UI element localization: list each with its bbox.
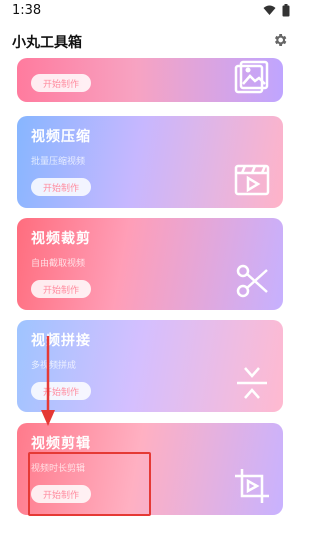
status-bar: 1:38	[0, 0, 300, 22]
tool-card-1[interactable]: 开始制作	[17, 58, 283, 102]
tool-card-video-compress[interactable]: 视频压缩 批量压缩视频 开始制作	[17, 116, 283, 208]
annotation-highlight-box	[28, 452, 151, 516]
merge-icon	[237, 367, 267, 399]
status-icons	[263, 4, 290, 17]
card-desc: 自由截取视频	[31, 259, 86, 269]
scissors-icon	[236, 264, 268, 298]
crop-play-icon	[235, 469, 269, 503]
scroll-edge-marks	[294, 466, 300, 506]
video-compress-icon	[234, 164, 270, 196]
card-title: 视频剪辑	[31, 436, 91, 452]
tool-card-video-trim[interactable]: 视频裁剪 自由截取视频 开始制作	[17, 218, 283, 310]
status-time: 1:38	[12, 3, 42, 18]
annotation-arrow	[41, 336, 55, 426]
start-button[interactable]: 开始制作	[31, 74, 91, 92]
image-gallery-icon	[234, 60, 269, 94]
app-header: 小丸工具箱	[0, 22, 300, 62]
start-button[interactable]: 开始制作	[31, 178, 91, 196]
card-title: 视频裁剪	[31, 231, 91, 247]
card-title: 视频压缩	[31, 129, 91, 145]
card-desc: 批量压缩视频	[31, 157, 86, 167]
page-title: 小丸工具箱	[12, 35, 82, 51]
gear-icon[interactable]	[272, 32, 288, 48]
battery-icon	[282, 4, 290, 17]
wifi-icon	[263, 5, 276, 15]
start-button[interactable]: 开始制作	[31, 280, 91, 298]
